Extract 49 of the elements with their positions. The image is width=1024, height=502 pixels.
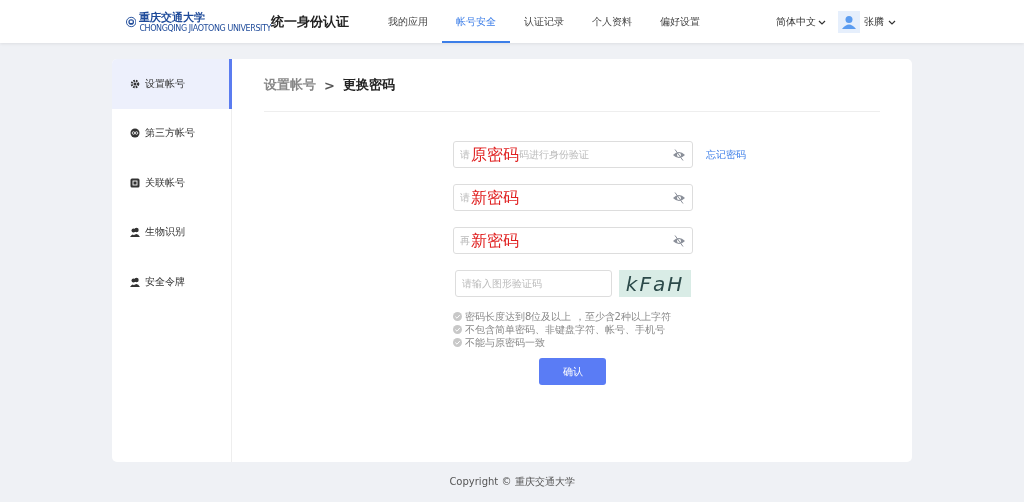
sidebar-item[interactable]: 第三方帐号 <box>112 108 232 158</box>
eye-icon <box>672 234 686 247</box>
sidebar-item[interactable]: 关联帐号 <box>112 158 232 208</box>
breadcrumb-link[interactable]: 设置帐号 <box>264 76 316 94</box>
nav-tab[interactable]: 认证记录 <box>510 0 578 43</box>
sidebar-item[interactable]: 生物识别 <box>112 207 232 257</box>
caret-icon <box>888 18 896 25</box>
language-selector[interactable]: 简体中文 <box>776 14 826 29</box>
check-circle-icon <box>453 338 462 347</box>
user-menu[interactable]: 张腾 <box>838 10 896 33</box>
check-circle-icon <box>453 312 462 321</box>
captcha-image[interactable]: kFaH <box>619 270 691 297</box>
user-name: 张腾 <box>864 14 884 29</box>
placeholder-text: 请 <box>460 147 470 162</box>
annotation-label: 原密码 <box>471 145 519 164</box>
page-title: 更换密码 <box>342 76 395 94</box>
forgot-password-link[interactable]: 忘记密码 <box>706 147 746 162</box>
sidebar-item[interactable]: 安全令牌 <box>112 257 232 307</box>
nav-tab[interactable]: 我的应用 <box>374 0 442 43</box>
eye-icon <box>672 148 686 161</box>
eye-icon <box>672 191 686 204</box>
gear-icon <box>130 78 140 89</box>
sidebar-item[interactable]: 设置帐号 <box>112 59 232 109</box>
placeholder-text: 再 <box>460 233 470 248</box>
nav-tab[interactable]: 偏好设置 <box>646 0 714 43</box>
caret-icon <box>818 18 826 25</box>
language-label: 简体中文 <box>776 14 816 29</box>
placeholder-text: 码进行身份验证 <box>519 148 589 160</box>
nav-tab[interactable]: 个人资料 <box>578 0 646 43</box>
rule-text: 不包含简单密码、非键盘字符、帐号、手机号 <box>465 322 665 337</box>
nav-tab[interactable]: 帐号安全 <box>442 0 510 43</box>
annotation-label: 新密码 <box>471 188 519 207</box>
placeholder-text: 请 <box>460 190 470 205</box>
users-icon <box>130 276 140 287</box>
university-subtitle: CHONGQING JIAOTONG UNIVERSITY <box>139 23 271 33</box>
breadcrumb-separator: > <box>324 77 335 93</box>
copyright-text: Copyright © 重庆交通大学 <box>448 475 576 489</box>
confirm-button[interactable]: 确认 <box>539 358 606 385</box>
rule-text: 密码长度达到8位及以上 ，至少含2种以上字符 <box>465 309 671 324</box>
annotation-label: 新密码 <box>471 231 519 250</box>
rule-text: 不能与原密码一致 <box>465 335 545 350</box>
link-icon <box>130 128 140 139</box>
captcha-text: kFaH <box>625 271 685 296</box>
users-icon <box>130 227 140 238</box>
captcha-field[interactable]: 请输入图形验证码 <box>455 270 612 297</box>
university-name: 重庆交通大学 <box>139 10 207 24</box>
squares-icon <box>130 177 140 188</box>
site-title: 统一身份认证 <box>271 12 350 29</box>
check-circle-icon <box>453 325 462 334</box>
